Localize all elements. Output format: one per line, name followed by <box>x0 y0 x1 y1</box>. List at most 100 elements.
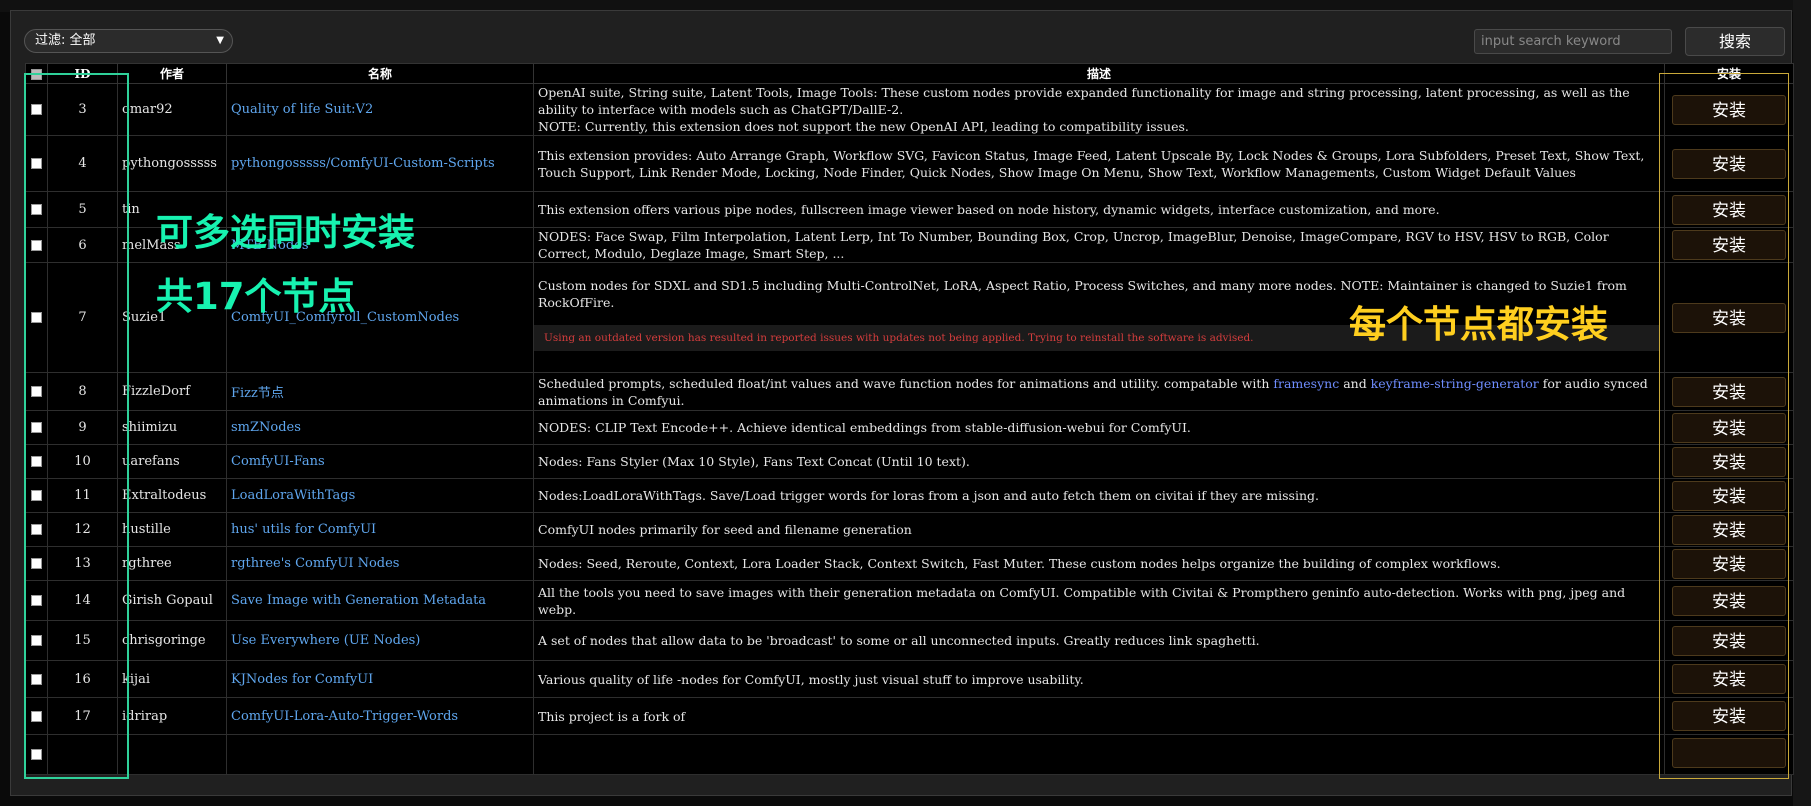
row-description: Nodes: Seed, Reroute, Context, Lora Load… <box>533 546 1665 581</box>
table-row: 17 idrirap ComfyUI-Lora-Auto-Trigger-Wor… <box>25 697 1794 735</box>
install-button[interactable]: 安装 <box>1672 585 1786 616</box>
row-checkbox[interactable] <box>31 595 42 606</box>
column-header-description: 描述 <box>533 63 1665 84</box>
row-description: Nodes:LoadLoraWithTags. Save/Load trigge… <box>533 478 1665 513</box>
row-author: Girish Gopaul <box>117 580 227 621</box>
node-table: ID 作者 名称 描述 安装 3 omar92 Quality of life … <box>25 63 1794 775</box>
row-name-link[interactable]: smZNodes <box>226 410 534 445</box>
table-row: 12 hustille hus' utils for ComfyUI Comfy… <box>25 512 1794 547</box>
row-checkbox[interactable] <box>31 710 42 722</box>
row-description: NODES: Face Swap, Film Interpolation, La… <box>533 227 1665 263</box>
install-button[interactable]: 安装 <box>1672 701 1786 731</box>
row-checkbox[interactable] <box>31 524 42 535</box>
row-name-link[interactable]: Use Everywhere (UE Nodes) <box>226 620 534 661</box>
row-author: pythongosssss <box>117 135 227 192</box>
row-description: Nodes: Fans Styler (Max 10 Style), Fans … <box>533 444 1665 479</box>
row-id: 11 <box>47 478 118 513</box>
row-name-link[interactable]: ComfyUI-Lora-Auto-Trigger-Words <box>226 697 534 735</box>
row-name-link[interactable]: ComfyUI-Fans <box>226 444 534 479</box>
row-description: This extension provides: Auto Arrange Gr… <box>533 135 1665 192</box>
install-button[interactable]: 安装 <box>1672 625 1786 656</box>
install-button[interactable]: 安装 <box>1672 302 1786 333</box>
install-button[interactable]: 安装 <box>1672 480 1786 511</box>
row-id: 12 <box>47 512 118 547</box>
search-input[interactable]: input search keyword <box>1474 29 1672 54</box>
column-header-name: 名称 <box>226 63 534 84</box>
install-button[interactable]: 安装 <box>1672 94 1786 125</box>
select-all-checkbox[interactable] <box>31 68 42 80</box>
row-id: 8 <box>47 372 118 411</box>
row-name-link[interactable]: hus' utils for ComfyUI <box>226 512 534 547</box>
keyframe-string-generator-link[interactable]: keyframe-string-generator <box>1371 376 1539 391</box>
background-edge <box>1793 0 1811 806</box>
row-checkbox[interactable] <box>31 456 42 467</box>
row-id: 6 <box>47 227 118 263</box>
install-button[interactable]: 安装 <box>1672 376 1786 407</box>
install-button[interactable]: 安装 <box>1672 664 1786 694</box>
row-author <box>117 734 227 775</box>
filter-select[interactable]: 过滤: 全部 ▼ <box>24 29 233 53</box>
row-author: hustille <box>117 512 227 547</box>
row-description: Scheduled prompts, scheduled float/int v… <box>533 372 1665 411</box>
row-checkbox[interactable] <box>31 104 42 115</box>
table-header: ID 作者 名称 描述 安装 <box>25 63 1794 84</box>
row-name-link[interactable]: Quality of life Suit:V2 <box>226 83 534 136</box>
row-checkbox[interactable] <box>31 635 42 646</box>
row-checkbox[interactable] <box>31 558 42 569</box>
row-checkbox[interactable] <box>31 312 42 323</box>
install-button[interactable] <box>1672 737 1786 768</box>
row-name-link[interactable] <box>226 191 534 228</box>
row-checkbox[interactable] <box>31 204 42 215</box>
row-checkbox[interactable] <box>31 386 42 397</box>
row-description-text: OpenAI suite, String suite, Latent Tools… <box>538 85 1630 117</box>
row-name-link[interactable]: pythongosssss/ComfyUI-Custom-Scripts <box>226 135 534 192</box>
row-name-link[interactable]: ComfyUI_Comfyroll_CustomNodes <box>226 262 534 373</box>
row-description: This extension offers various pipe nodes… <box>533 191 1665 228</box>
install-button[interactable]: 安装 <box>1672 548 1786 579</box>
search-button[interactable]: 搜索 <box>1685 27 1785 56</box>
column-header-install: 安装 <box>1664 63 1794 84</box>
row-name-link[interactable] <box>226 734 534 775</box>
install-button[interactable]: 安装 <box>1672 514 1786 545</box>
row-author: melMass <box>117 227 227 263</box>
row-author: uarefans <box>117 444 227 479</box>
table-row: 10 uarefans ComfyUI-Fans Nodes: Fans Sty… <box>25 444 1794 479</box>
row-name-link[interactable]: rgthree's ComfyUI Nodes <box>226 546 534 581</box>
row-author: chrisgoringe <box>117 620 227 661</box>
filter-select-label: 过滤: 全部 <box>35 33 96 48</box>
row-name-link[interactable]: Fizz节点 <box>226 372 534 411</box>
row-id: 3 <box>47 83 118 136</box>
row-description <box>533 734 1665 775</box>
row-id: 17 <box>47 697 118 735</box>
row-checkbox[interactable] <box>31 749 42 760</box>
row-checkbox[interactable] <box>31 490 42 501</box>
row-author: rgthree <box>117 546 227 581</box>
row-description: OpenAI suite, String suite, Latent Tools… <box>533 83 1665 136</box>
table-row: 9 shiimizu smZNodes NODES: CLIP Text Enc… <box>25 410 1794 445</box>
row-name-link[interactable]: Save Image with Generation Metadata <box>226 580 534 621</box>
column-header-id: ID <box>47 63 118 84</box>
row-name-link[interactable]: KJNodes for ComfyUI <box>226 660 534 698</box>
row-checkbox[interactable] <box>31 239 42 251</box>
table-row: 14 Girish Gopaul Save Image with Generat… <box>25 580 1794 621</box>
row-name-link[interactable]: LoadLoraWithTags <box>226 478 534 513</box>
row-author: kijai <box>117 660 227 698</box>
framesync-link[interactable]: framesync <box>1273 376 1339 391</box>
row-name-link[interactable]: MTB Nodes <box>226 227 534 263</box>
select-all-header[interactable] <box>25 63 48 84</box>
row-checkbox[interactable] <box>31 673 42 685</box>
install-button[interactable]: 安装 <box>1672 148 1786 179</box>
install-button[interactable]: 安装 <box>1672 230 1786 260</box>
row-description: Various quality of life -nodes for Comfy… <box>533 660 1665 698</box>
row-checkbox[interactable] <box>31 158 42 169</box>
row-description: ComfyUI nodes primarily for seed and fil… <box>533 512 1665 547</box>
row-id: 9 <box>47 410 118 445</box>
row-author: Suzie1 <box>117 262 227 373</box>
table-row: 4 pythongosssss pythongosssss/ComfyUI-Cu… <box>25 135 1794 192</box>
install-button[interactable]: 安装 <box>1672 446 1786 477</box>
row-checkbox[interactable] <box>31 422 42 433</box>
install-button[interactable]: 安装 <box>1672 412 1786 443</box>
table-row: 11 Extraltodeus LoadLoraWithTags Nodes:L… <box>25 478 1794 513</box>
install-button[interactable]: 安装 <box>1672 194 1786 225</box>
table-row: 8 FizzleDorf Fizz节点 Scheduled prompts, s… <box>25 372 1794 411</box>
